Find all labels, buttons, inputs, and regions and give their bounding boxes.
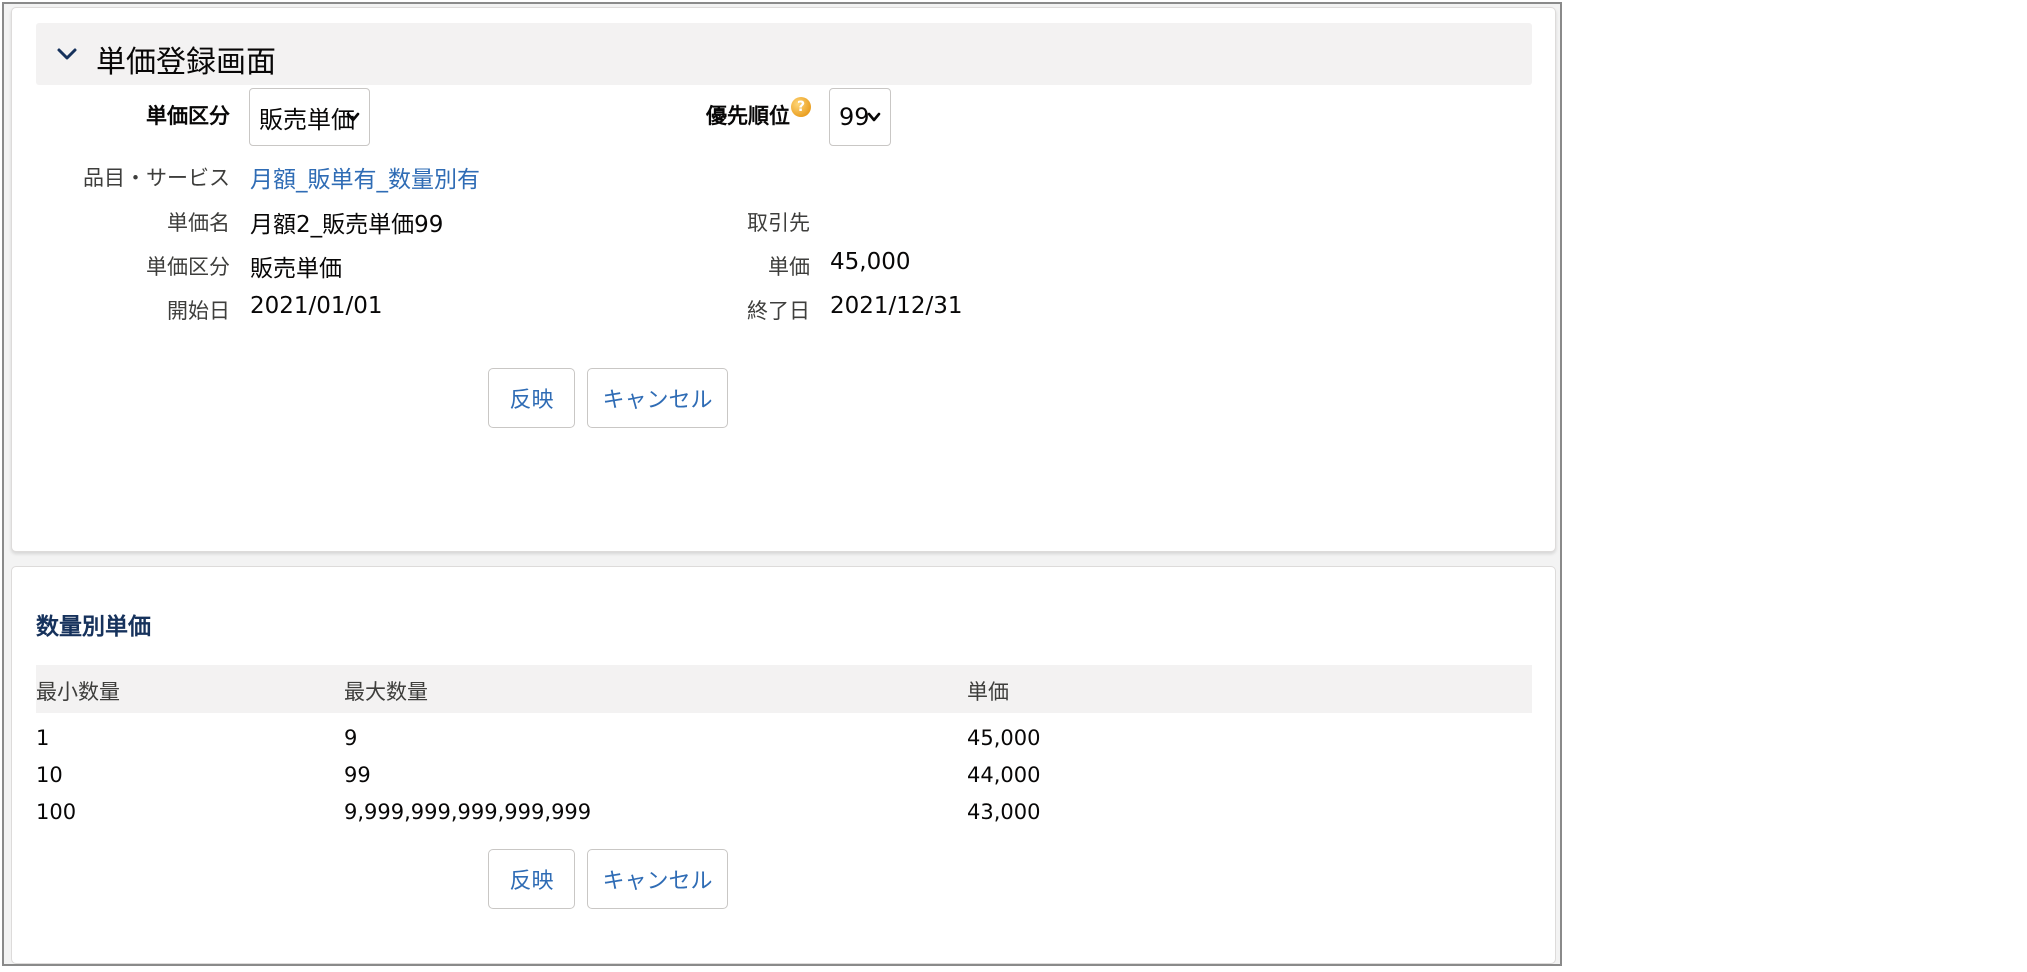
help-icon[interactable]: ?	[791, 97, 811, 117]
quantity-cancel-button[interactable]: キャンセル	[587, 849, 728, 909]
quantity-apply-button[interactable]: 反映	[488, 849, 575, 909]
end-date-value: 2021/12/31	[830, 293, 963, 319]
priority-select[interactable]: 99	[829, 88, 891, 146]
window-frame: 単価登録画面 単価区分 販売単価 優先順位 ? 99 品目・サービス 月額_販単…	[2, 2, 1562, 966]
end-date-label: 終了日	[747, 299, 810, 323]
column-header-unit-price: 単価	[967, 680, 1009, 704]
column-header-min-qty: 最小数量	[36, 680, 120, 704]
start-date-label: 開始日	[167, 299, 230, 323]
priority-select-value: 99	[839, 103, 870, 131]
unit-price-value: 45,000	[830, 249, 911, 275]
unit-price-label: 単価	[768, 255, 810, 279]
column-header-max-qty: 最大数量	[344, 680, 428, 704]
table-cell: 100	[36, 800, 77, 824]
section-header[interactable]: 単価登録画面	[36, 23, 1532, 85]
price-name-label: 単価名	[167, 211, 230, 235]
price-type-value: 販売単価	[250, 256, 342, 282]
table-cell: 9,999,999,999,999,999	[344, 800, 592, 824]
price-type-select[interactable]: 販売単価	[249, 88, 370, 146]
table-cell: 10	[36, 763, 63, 787]
start-date-value: 2021/01/01	[250, 293, 383, 319]
chevron-down-icon[interactable]	[54, 41, 80, 67]
item-link[interactable]: 月額_販単有_数量別有	[250, 160, 480, 194]
apply-button[interactable]: 反映	[488, 368, 575, 428]
chevron-down-icon	[867, 112, 881, 122]
price-type-label: 単価区分	[146, 255, 230, 279]
table-header: 最小数量 最大数量 単価	[36, 665, 1532, 713]
chevron-down-icon	[346, 112, 360, 122]
table-cell: 9	[344, 726, 358, 750]
price-registration-card: 単価登録画面 単価区分 販売単価 優先順位 ? 99 品目・サービス 月額_販単…	[11, 7, 1556, 552]
table-cell: 44,000	[967, 763, 1041, 787]
quantity-section-title: 数量別単価	[36, 614, 151, 640]
table-cell: 99	[344, 763, 371, 787]
item-label: 品目・サービス	[83, 166, 230, 190]
price-name-value: 月額2_販売単価99	[250, 212, 444, 238]
table-cell: 45,000	[967, 726, 1041, 750]
partner-label: 取引先	[747, 211, 810, 235]
price-type-select-value: 販売単価	[259, 105, 355, 134]
table-cell: 43,000	[967, 800, 1041, 824]
cancel-button[interactable]: キャンセル	[587, 368, 728, 428]
section-title: 単価登録画面	[96, 45, 276, 80]
priority-select-label: 優先順位	[706, 104, 790, 128]
quantity-price-card: 数量別単価 最小数量 最大数量 単価 1 9 45,000 10 99 44,0…	[11, 566, 1556, 964]
price-type-select-label: 単価区分	[146, 104, 230, 128]
table-cell: 1	[36, 726, 50, 750]
